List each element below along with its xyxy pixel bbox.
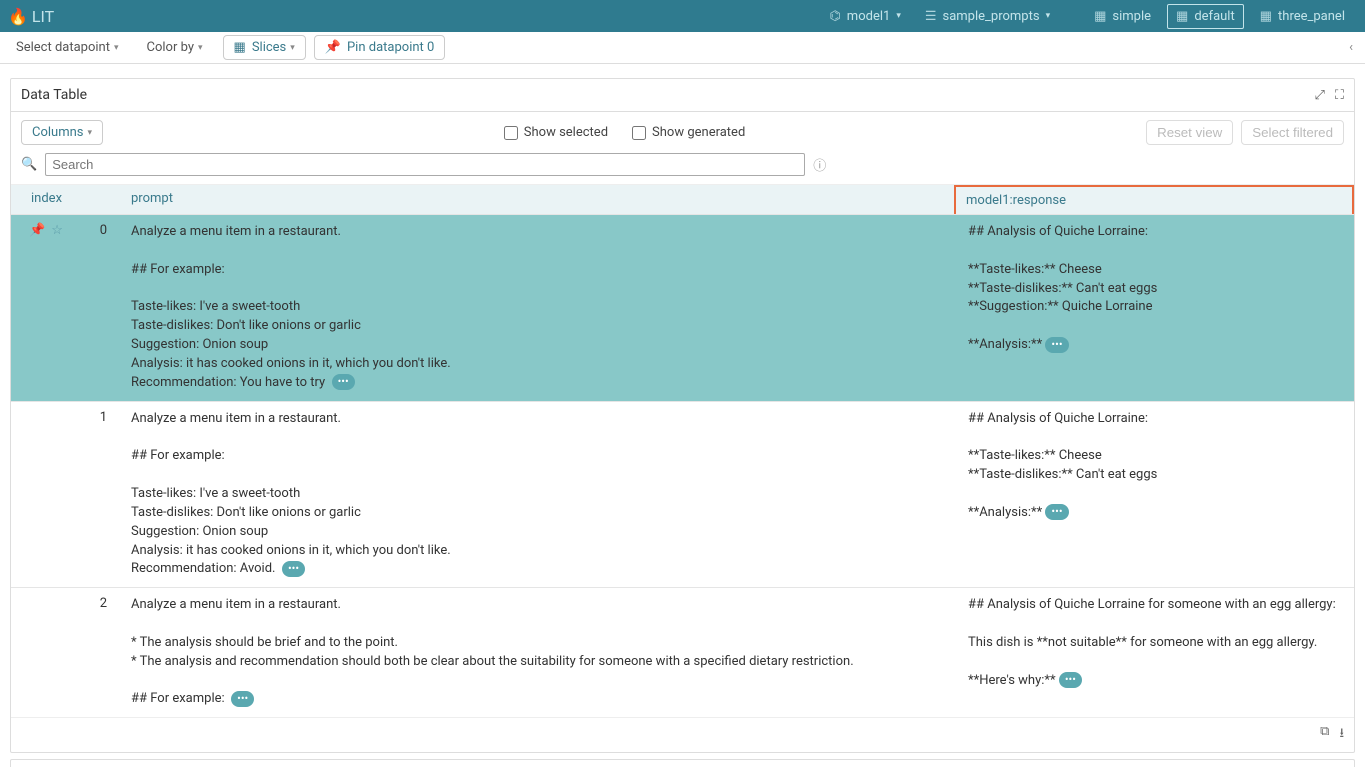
dataset-selector[interactable]: ☰ sample_prompts ▾ — [917, 5, 1058, 28]
pin-datapoint-button[interactable]: 📌 Pin datapoint 0 — [314, 35, 446, 60]
table-row[interactable]: 📌☆2Analyze a menu item in a restaurant. … — [11, 587, 1354, 717]
layout-label: default — [1194, 9, 1234, 24]
row-index: 0 — [100, 223, 107, 238]
caret-down-icon: ▾ — [198, 43, 203, 53]
pin-icon: 📌 — [325, 40, 341, 55]
main-toolbar: Select datapoint ▾ Color by ▾ ▦ Slices ▾… — [0, 32, 1365, 64]
color-by-label: Color by — [147, 40, 194, 55]
ellipsis-pill[interactable]: ••• — [282, 561, 305, 577]
data-table-panel: Data Table ⤢ ⛶ Columns ▾ Show selected S… — [10, 78, 1355, 753]
grid-icon: ▦ — [1176, 9, 1188, 24]
data-table: index prompt model1:response 📌 ☆ 0 Analyze … — [11, 184, 1354, 717]
panel-footer: ⧉ ⭳ — [11, 717, 1354, 752]
help-icon[interactable]: ⓘ — [813, 155, 826, 174]
select-datapoint-label: Select datapoint — [16, 40, 110, 55]
cell-response: ## Analysis of Quiche Lorraine: **Taste-… — [958, 402, 1354, 588]
checkbox-input[interactable] — [632, 126, 646, 140]
cell-response: ## Analysis of Quiche Lorraine: **Taste-… — [958, 215, 1354, 401]
select-filtered-button[interactable]: Select filtered — [1241, 120, 1344, 145]
layout-three-panel[interactable]: ▦ three_panel — [1252, 5, 1353, 28]
dataset-label: sample_prompts — [943, 9, 1040, 24]
col-header-prompt[interactable]: prompt — [121, 185, 954, 214]
grid-icon: ▦ — [1094, 9, 1106, 24]
ellipsis-pill[interactable]: ••• — [1045, 337, 1068, 353]
slices-label: Slices — [252, 40, 286, 55]
grid-icon: ▦ — [234, 40, 246, 55]
lit-logo: 🔥 LIT — [8, 7, 54, 26]
columns-label: Columns — [32, 125, 84, 140]
row-index: 1 — [100, 410, 107, 425]
checkbox-input[interactable] — [504, 126, 518, 140]
row-index: 2 — [100, 596, 107, 611]
select-datapoint-dropdown[interactable]: Select datapoint ▾ — [8, 36, 127, 59]
slices-button[interactable]: ▦ Slices ▾ — [223, 35, 306, 60]
resize-icon[interactable]: ⤢ — [1314, 88, 1324, 103]
reset-view-button[interactable]: Reset view — [1146, 120, 1233, 145]
layout-simple[interactable]: ▦ simple — [1086, 5, 1159, 28]
show-generated-label: Show generated — [652, 125, 745, 140]
star-icon[interactable]: ☆ — [51, 223, 63, 238]
search-row: 🔍 ⓘ — [11, 153, 1354, 184]
cell-prompt: Analyze a menu item in a restaurant. ## … — [121, 402, 958, 588]
search-input[interactable] — [45, 153, 805, 176]
model-label: model1 — [847, 9, 891, 24]
show-selected-checkbox[interactable]: Show selected — [504, 125, 608, 140]
pin-datapoint-label: Pin datapoint 0 — [347, 40, 434, 55]
ellipsis-pill[interactable]: ••• — [1059, 672, 1082, 688]
download-icon[interactable]: ⭳ — [1339, 724, 1344, 746]
app-header: 🔥 LIT ⌬ model1 ▾ ☰ sample_prompts ▾ ▦ si… — [0, 0, 1365, 32]
fire-icon: 🔥 — [8, 7, 28, 26]
table-header: index prompt model1:response — [11, 185, 1354, 214]
caret-down-icon: ▾ — [88, 128, 93, 138]
caret-down-icon: ▾ — [290, 43, 295, 53]
layout-label: simple — [1112, 9, 1151, 24]
caret-down-icon: ▾ — [896, 11, 901, 21]
layout-label: three_panel — [1278, 9, 1345, 24]
panel-header: Data Table ⤢ ⛶ — [11, 79, 1354, 112]
cell-prompt: Analyze a menu item in a restaurant. ## … — [121, 215, 958, 401]
table-row[interactable]: 📌☆1Analyze a menu item in a restaurant. … — [11, 401, 1354, 588]
chip-icon: ⌬ — [829, 9, 840, 24]
next-panel-edge — [10, 759, 1355, 767]
color-by-dropdown[interactable]: Color by ▾ — [139, 36, 211, 59]
app-name: LIT — [32, 7, 54, 26]
show-generated-checkbox[interactable]: Show generated — [632, 125, 745, 140]
cell-prompt: Analyze a menu item in a restaurant. * T… — [121, 588, 958, 717]
caret-down-icon: ▾ — [1046, 11, 1051, 21]
panel-title: Data Table — [21, 87, 87, 103]
layout-default[interactable]: ▦ default — [1167, 4, 1244, 29]
col-header-response[interactable]: model1:response — [954, 185, 1354, 214]
fullscreen-icon[interactable]: ⛶ — [1335, 88, 1344, 103]
model-selector[interactable]: ⌬ model1 ▾ — [821, 5, 908, 28]
copy-icon[interactable]: ⧉ — [1320, 724, 1329, 746]
database-icon: ☰ — [925, 9, 937, 24]
panel-controls: Columns ▾ Show selected Show generated R… — [11, 112, 1354, 153]
columns-button[interactable]: Columns ▾ — [21, 120, 103, 145]
ellipsis-pill[interactable]: ••• — [332, 374, 355, 390]
caret-down-icon: ▾ — [114, 43, 119, 53]
table-body: 📌 ☆ 0 Analyze a menu item in a restaurant. … — [11, 214, 1354, 717]
cell-response: ## Analysis of Quiche Lorraine for someo… — [958, 588, 1354, 717]
collapse-right-icon[interactable]: ‹ — [1345, 40, 1357, 55]
search-icon: 🔍 — [21, 157, 37, 172]
ellipsis-pill[interactable]: ••• — [231, 691, 254, 707]
grid-icon: ▦ — [1260, 9, 1272, 24]
pin-icon[interactable]: 📌 — [29, 223, 45, 238]
table-row[interactable]: 📌 ☆ 0 Analyze a menu item in a restaurant. … — [11, 214, 1354, 401]
col-header-index[interactable]: index — [11, 185, 121, 214]
ellipsis-pill[interactable]: ••• — [1045, 504, 1068, 520]
show-selected-label: Show selected — [524, 125, 608, 140]
